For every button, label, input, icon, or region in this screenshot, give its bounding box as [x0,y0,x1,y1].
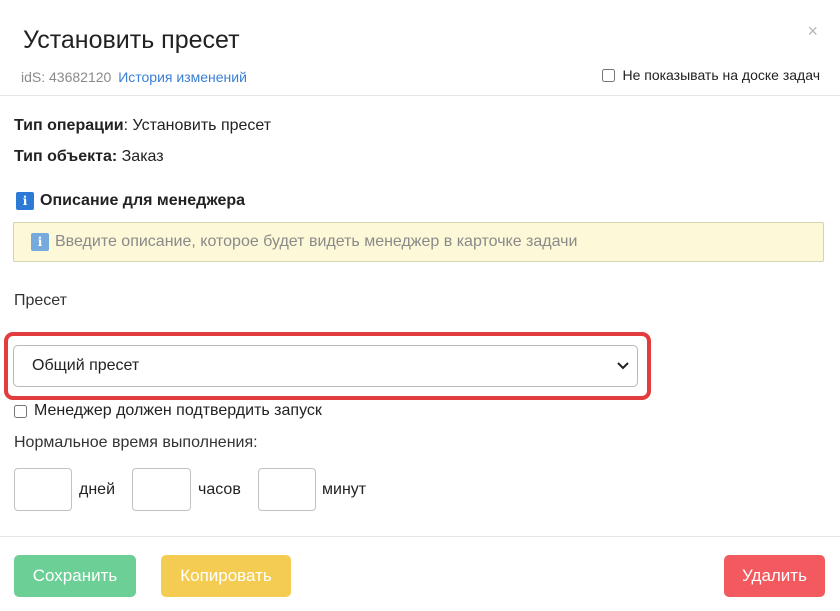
preset-selected-value: Общий пресет [32,357,140,374]
close-icon[interactable]: × [807,22,818,40]
hide-board-label: Не показывать на доске задач [622,67,820,83]
modal-title: Установить пресет [23,26,240,54]
chevron-down-icon [617,362,629,370]
description-heading-label: Описание для менеджера [40,192,246,209]
days-label: дней [79,481,116,498]
preset-select[interactable]: Общий пресет [13,345,638,387]
description-heading: i Описание для менеджера [16,192,245,210]
description-placeholder: Введите описание, которое будет видеть м… [55,233,578,250]
days-input[interactable] [14,468,72,511]
info-icon: i [16,192,34,210]
operation-type: Тип операции: Установить пресет [14,117,271,135]
save-button[interactable]: Сохранить [14,555,136,597]
hide-board-toggle[interactable]: Не показывать на доске задач [602,67,820,83]
description-input[interactable]: i Введите описание, которое будет видеть… [13,222,824,262]
hours-input[interactable] [132,468,191,511]
normal-time-label: Нормальное время выполнения: [14,434,258,451]
ids-meta: idS: 43682120 История изменений [21,69,247,85]
operation-type-value: : Установить пресет [123,117,272,134]
modal-header: Установить пресет × idS: 43682120 Истори… [0,0,840,96]
confirm-toggle[interactable]: Менеджер должен подтвердить запуск [14,402,322,420]
info-icon: i [31,233,49,251]
object-type: Тип объекта: Заказ [14,148,164,166]
ids-label: idS: [21,69,46,85]
preset-label: Пресет [14,292,67,309]
history-link[interactable]: История изменений [118,69,247,85]
copy-button[interactable]: Копировать [161,555,291,597]
delete-button[interactable]: Удалить [724,555,825,597]
hours-label: часов [198,481,241,498]
confirm-checkbox[interactable] [14,404,27,418]
hide-board-checkbox[interactable] [602,68,616,82]
minutes-label: минут [322,481,367,498]
ids-value: 43682120 [49,69,112,85]
confirm-label: Менеджер должен подтвердить запуск [34,402,322,419]
minutes-input[interactable] [258,468,316,511]
object-type-label: Тип объекта: [14,148,118,165]
object-type-value: Заказ [117,148,164,165]
operation-type-label: Тип операции [14,117,124,134]
